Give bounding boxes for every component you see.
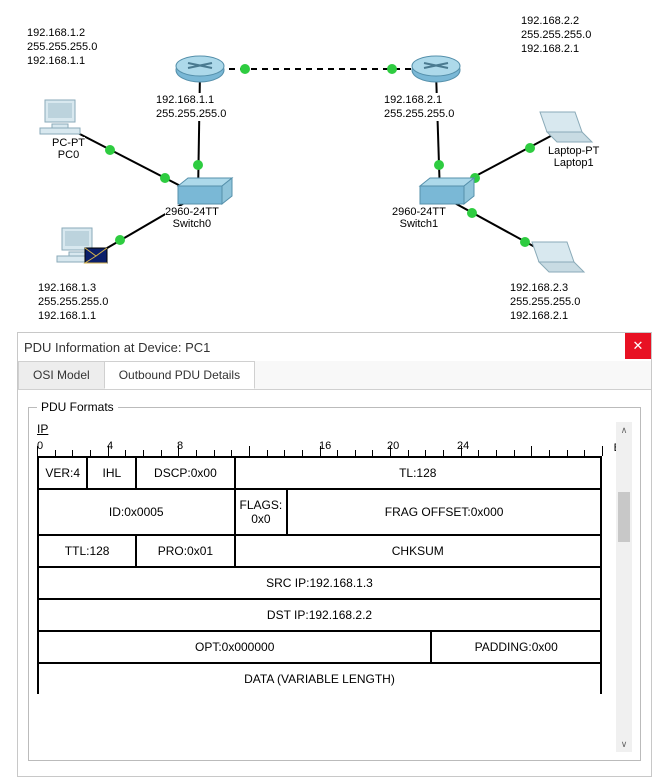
- field-frag: FRAG OFFSET:0x000: [287, 489, 601, 535]
- pc0-label: PC-PT PC0: [52, 137, 85, 161]
- field-opt: OPT:0x000000: [38, 631, 431, 663]
- field-data: DATA (VARIABLE LENGTH): [38, 663, 601, 694]
- pc1-icon[interactable]: [57, 228, 107, 263]
- router0-info: 192.168.1.1 255.255.255.0: [156, 93, 226, 121]
- network-topology-canvas[interactable]: 192.168.1.2 255.255.255.0 192.168.1.1 PC…: [0, 0, 658, 332]
- scroll-thumb[interactable]: [618, 492, 630, 542]
- bit-ruler: 0 4 8 16 20 24 Bits: [37, 438, 602, 456]
- pc1-info: 192.168.1.3 255.255.255.0 192.168.1.1: [38, 281, 108, 323]
- field-dstip: DST IP:192.168.2.2: [38, 599, 601, 631]
- switch1-label: 2960-24TT Switch1: [392, 206, 446, 230]
- pc0-info: 192.168.1.2 255.255.255.0 192.168.1.1: [27, 26, 97, 68]
- laptop1-info: 192.168.2.2 255.255.255.0 192.168.2.1: [521, 14, 591, 56]
- ip-header-title: IP: [37, 422, 602, 436]
- switch0-icon[interactable]: [178, 178, 232, 204]
- tab-osi-model[interactable]: OSI Model: [18, 361, 105, 389]
- pdu-formats-legend: PDU Formats: [37, 400, 118, 414]
- laptop2-icon[interactable]: [532, 242, 584, 272]
- tab-outbound-pdu[interactable]: Outbound PDU Details: [104, 361, 255, 389]
- laptop1-icon[interactable]: [540, 112, 592, 142]
- ip-header-table: VER:4 IHL DSCP:0x00 TL:128 ID:0x0005 FLA…: [37, 456, 602, 694]
- pdu-formats-group: PDU Formats IP 0 4 8 16 20 24 Bits: [28, 400, 641, 761]
- pc0-icon[interactable]: [40, 100, 80, 134]
- scroll-up-icon[interactable]: ∧: [616, 422, 632, 438]
- field-id: ID:0x0005: [38, 489, 235, 535]
- field-pro: PRO:0x01: [136, 535, 234, 567]
- window-title: PDU Information at Device: PC1: [24, 340, 210, 355]
- field-dscp: DSCP:0x00: [136, 457, 234, 489]
- field-ver: VER:4: [38, 457, 87, 489]
- close-icon: ✕: [633, 338, 644, 353]
- field-chksum: CHKSUM: [235, 535, 601, 567]
- router1-info: 192.168.2.1 255.255.255.0: [384, 93, 454, 121]
- switch0-label: 2960-24TT Switch0: [165, 206, 219, 230]
- field-tl: TL:128: [235, 457, 601, 489]
- router1-icon[interactable]: [412, 56, 460, 82]
- close-button[interactable]: ✕: [625, 333, 651, 359]
- router0-icon[interactable]: [176, 56, 224, 82]
- titlebar[interactable]: PDU Information at Device: PC1 ✕: [18, 333, 651, 361]
- field-ihl: IHL: [87, 457, 136, 489]
- field-srcip: SRC IP:192.168.1.3: [38, 567, 601, 599]
- tabs: OSI Model Outbound PDU Details: [18, 361, 651, 390]
- field-flags: FLAGS: 0x0: [235, 489, 288, 535]
- laptop2-info: 192.168.2.3 255.255.255.0 192.168.2.1: [510, 281, 580, 323]
- vertical-scrollbar[interactable]: ∧ ∨: [616, 422, 632, 752]
- field-padding: PADDING:0x00: [431, 631, 601, 663]
- field-ttl: TTL:128: [38, 535, 136, 567]
- laptop1-label: Laptop-PT Laptop1: [548, 145, 599, 169]
- switch1-icon[interactable]: [420, 178, 474, 204]
- scroll-down-icon[interactable]: ∨: [616, 736, 632, 752]
- pdu-info-window: PDU Information at Device: PC1 ✕ OSI Mod…: [17, 332, 652, 777]
